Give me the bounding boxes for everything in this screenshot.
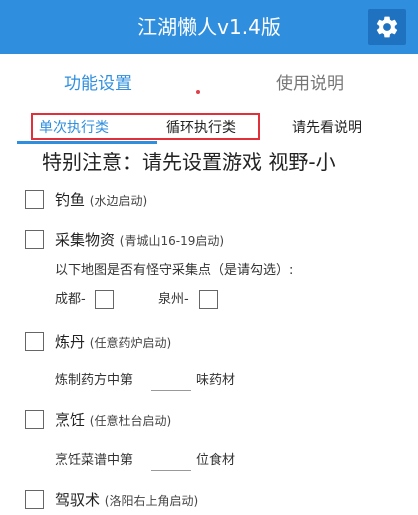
- alchemy-suffix: 味药材: [196, 373, 236, 388]
- alchemy-prefix: 炼制药方中第: [55, 373, 134, 388]
- title-bar: 江湖懒人v1.4版: [0, 0, 418, 54]
- driving-hint: (洛阳右上角启动): [104, 494, 199, 508]
- cooking-hint: (任意杜台启动): [89, 414, 172, 428]
- notice-text: 特别注意：请先设置游戏 视野-小: [42, 150, 336, 174]
- app-title: 江湖懒人v1.4版: [137, 15, 281, 39]
- gather-hint: (青城山16-19启动): [119, 234, 225, 248]
- gear-icon: [376, 16, 398, 38]
- quanzhou-label: 泉州-: [158, 292, 189, 307]
- gather-question: 以下地图是否有怪守采集点（是请勾选）:: [55, 263, 294, 278]
- red-dot-marker: [196, 90, 200, 94]
- subtab-read-first[interactable]: 请先看说明: [292, 118, 362, 138]
- alchemy-hint: (任意药炉启动): [89, 336, 172, 350]
- chengdu-checkbox[interactable]: [95, 290, 114, 309]
- subtab-loop-exec[interactable]: 循环执行类: [166, 118, 236, 138]
- alchemy-item: 炼丹 (任意药炉启动): [55, 331, 171, 354]
- alchemy-checkbox[interactable]: [25, 332, 44, 351]
- settings-button[interactable]: [368, 9, 406, 45]
- fishing-hint: (水边启动): [89, 194, 148, 208]
- gather-label: 采集物资: [55, 231, 116, 249]
- fishing-item: 钓鱼 (水边启动): [55, 189, 147, 212]
- subtab-active-indicator: [17, 141, 157, 144]
- driving-label: 驾驭术: [55, 491, 101, 509]
- tab-function-settings[interactable]: 功能设置: [64, 72, 132, 96]
- tab-usage-instructions[interactable]: 使用说明: [276, 72, 344, 96]
- driving-item: 驾驭术 (洛阳右上角启动): [55, 489, 198, 512]
- cooking-prefix: 烹饪菜谱中第: [55, 453, 134, 468]
- cooking-label: 烹饪: [55, 411, 86, 429]
- gather-item: 采集物资 (青城山16-19启动): [55, 229, 224, 252]
- cooking-ingredient-input[interactable]: [151, 451, 191, 471]
- gather-checkbox[interactable]: [25, 230, 44, 249]
- chengdu-label: 成都-: [55, 292, 86, 307]
- cooking-suffix: 位食材: [196, 453, 236, 468]
- fishing-checkbox[interactable]: [25, 190, 44, 209]
- fishing-label: 钓鱼: [55, 191, 86, 209]
- driving-checkbox[interactable]: [25, 490, 44, 509]
- alchemy-label: 炼丹: [55, 333, 86, 351]
- subtab-single-exec[interactable]: 单次执行类: [39, 118, 109, 138]
- alchemy-ingredient-input[interactable]: [151, 371, 191, 391]
- quanzhou-checkbox[interactable]: [199, 290, 218, 309]
- cooking-item: 烹饪 (任意杜台启动): [55, 409, 171, 432]
- cooking-checkbox[interactable]: [25, 410, 44, 429]
